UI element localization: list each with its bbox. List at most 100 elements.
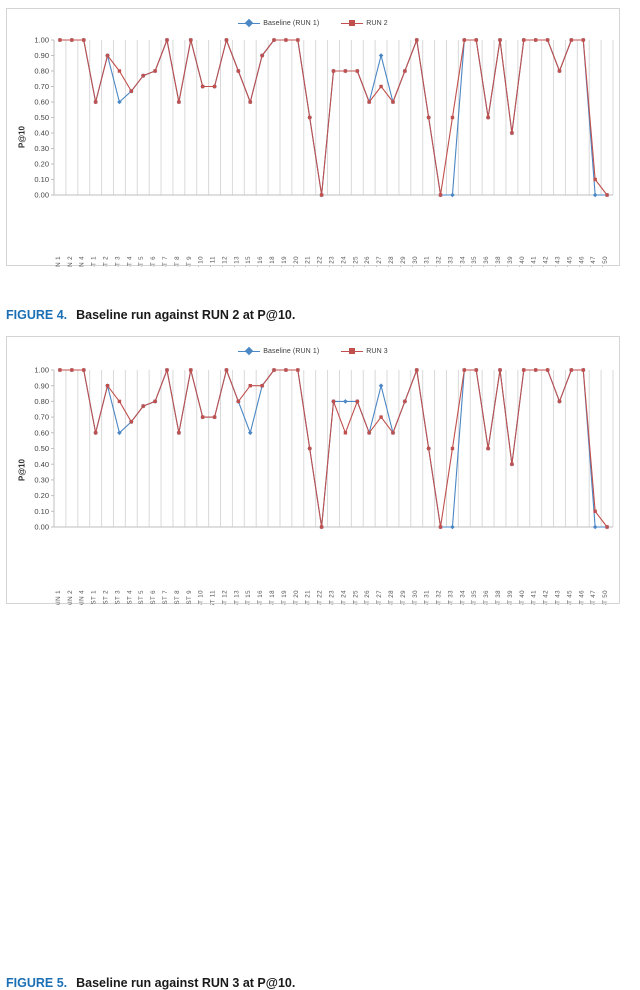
data-point-marker	[105, 384, 110, 388]
x-tick-label: TEST 33	[447, 590, 454, 605]
figure-4-number: FIGURE 4.	[6, 308, 68, 322]
x-tick-label: TEST 21	[305, 590, 312, 605]
x-tick-label: TEST 18	[269, 590, 276, 605]
data-point-marker	[284, 368, 288, 372]
data-point-marker	[581, 368, 585, 372]
page-root: Baseline (RUN 1) RUN 2 P@10 1.00 0.90 0.80…	[0, 0, 640, 990]
data-point-marker	[391, 431, 395, 435]
data-point-marker	[474, 38, 478, 42]
x-tick-label: TEST 22	[317, 256, 324, 267]
x-tick-label: TEST 34	[459, 256, 466, 267]
figure-4-caption: FIGURE 4. Baseline run against RUN 2 at P…	[6, 308, 295, 322]
data-point-marker	[200, 84, 205, 89]
x-tick-label: TEST 11	[210, 590, 217, 605]
x-tick-label: TEST 31	[424, 590, 431, 605]
x-tick-label: TEST 11	[210, 256, 217, 267]
x-tick-label: TEST 27	[376, 256, 383, 267]
x-tick-label: TEST 31	[424, 256, 431, 267]
x-tick-label: TEST 47	[590, 590, 597, 605]
data-point-marker	[343, 431, 348, 435]
figure-4-caption-text: Baseline run against RUN 2 at P@10.	[76, 308, 296, 322]
x-tick-label: TEST 50	[602, 256, 609, 267]
data-point-marker	[296, 368, 300, 372]
data-point-marker	[248, 384, 252, 388]
x-tick-label: TEST 1	[91, 256, 98, 267]
data-point-marker	[58, 38, 62, 42]
data-point-marker	[593, 177, 597, 182]
data-point-marker	[165, 368, 169, 372]
data-point-marker	[593, 509, 597, 513]
x-tick-label: TEST 43	[554, 256, 561, 267]
y-tick-label: 0.80	[34, 67, 49, 76]
data-point-marker	[117, 399, 122, 404]
x-tick-label: TEST 34	[459, 590, 466, 605]
figure-5-caption-text: Baseline run against RUN 3 at P@10.	[76, 976, 296, 990]
x-tick-label: TEST 12	[221, 256, 228, 267]
x-tick-label: TEST 46	[578, 256, 585, 267]
x-tick-label: TRAIN 2	[67, 256, 74, 267]
x-tick-label: TEST 35	[471, 256, 478, 267]
data-point-marker	[200, 415, 205, 419]
y-tick-label: 0.40	[34, 460, 49, 469]
data-point-marker	[367, 100, 371, 104]
data-point-marker	[224, 368, 229, 372]
x-tick-label: TEST 45	[566, 590, 573, 605]
y-tick-label: 1.00	[34, 366, 49, 375]
x-tick-label: TRAIN 4	[79, 590, 86, 605]
x-tick-label: TEST 24	[340, 256, 347, 267]
data-point-marker	[319, 193, 324, 197]
x-tick-label: TEST 4	[126, 256, 133, 267]
x-tick-label: TEST 8	[174, 256, 181, 267]
y-tick-label: 0.70	[34, 82, 49, 91]
x-tick-label: TEST 20	[293, 256, 300, 267]
x-tick-label: TRAIN 2	[67, 590, 74, 605]
data-point-marker	[212, 415, 217, 419]
data-point-marker	[426, 446, 431, 451]
x-tick-label: TEST 28	[388, 256, 395, 267]
x-tick-label: TEST 23	[329, 590, 336, 605]
data-point-marker	[486, 115, 490, 120]
x-tick-label: TEST 2	[103, 590, 110, 605]
data-point-marker	[129, 420, 134, 424]
x-tick-label: TRAIN 1	[55, 256, 62, 267]
y-tick-label: 0.20	[34, 160, 49, 169]
data-point-marker	[343, 69, 348, 73]
x-tick-label: TEST 38	[495, 590, 502, 605]
data-point-marker	[260, 384, 264, 388]
x-tick-label: TEST 22	[317, 590, 324, 605]
x-tick-label: TEST 10	[198, 256, 205, 267]
data-point-marker	[308, 446, 312, 451]
chart-5-plot: 1.00 0.90 0.80 0.70 0.60 0.50 0.40 0.30 0.20 0.10…	[34, 366, 614, 605]
x-tick-label: TEST 7	[162, 256, 169, 267]
x-tick-label: TEST 27	[376, 590, 383, 605]
x-tick-label: TEST 50	[602, 590, 609, 605]
data-point-marker	[284, 38, 288, 42]
y-tick-label: 0.00	[34, 191, 49, 200]
x-tick-label: TEST 6	[150, 590, 157, 605]
figure-4-block: Baseline (RUN 1) RUN 2 P@10 1.00 0.90 0.80…	[0, 8, 640, 322]
x-tick-label: TEST 28	[388, 590, 395, 605]
data-point-marker	[545, 38, 550, 42]
data-point-marker	[70, 368, 74, 372]
x-tick-label: TEST 9	[186, 590, 193, 605]
data-point-marker	[403, 69, 407, 73]
x-tick-label: TEST 8	[174, 590, 181, 605]
x-tick-label: TEST 19	[281, 256, 288, 267]
data-point-marker	[450, 446, 455, 451]
data-point-marker	[581, 38, 585, 42]
x-tick-label: TEST 16	[257, 590, 264, 605]
data-point-marker	[212, 84, 217, 89]
data-point-marker	[605, 193, 609, 197]
figure-5-number: FIGURE 5.	[6, 976, 68, 990]
plot-area	[54, 40, 613, 195]
chart-5-frame: Baseline (RUN 1) RUN 3 P@10 1.00 0.90 0.80…	[6, 336, 620, 605]
data-point-marker	[533, 38, 538, 42]
x-tick-label: TRAIN 1	[55, 590, 62, 605]
data-point-marker	[93, 100, 98, 104]
data-point-marker	[331, 69, 336, 73]
data-point-marker	[82, 38, 86, 42]
x-tick-label: TEST 38	[495, 256, 502, 267]
y-tick-label: 0.30	[34, 476, 49, 485]
data-point-marker	[355, 69, 359, 73]
data-point-marker	[498, 38, 502, 42]
